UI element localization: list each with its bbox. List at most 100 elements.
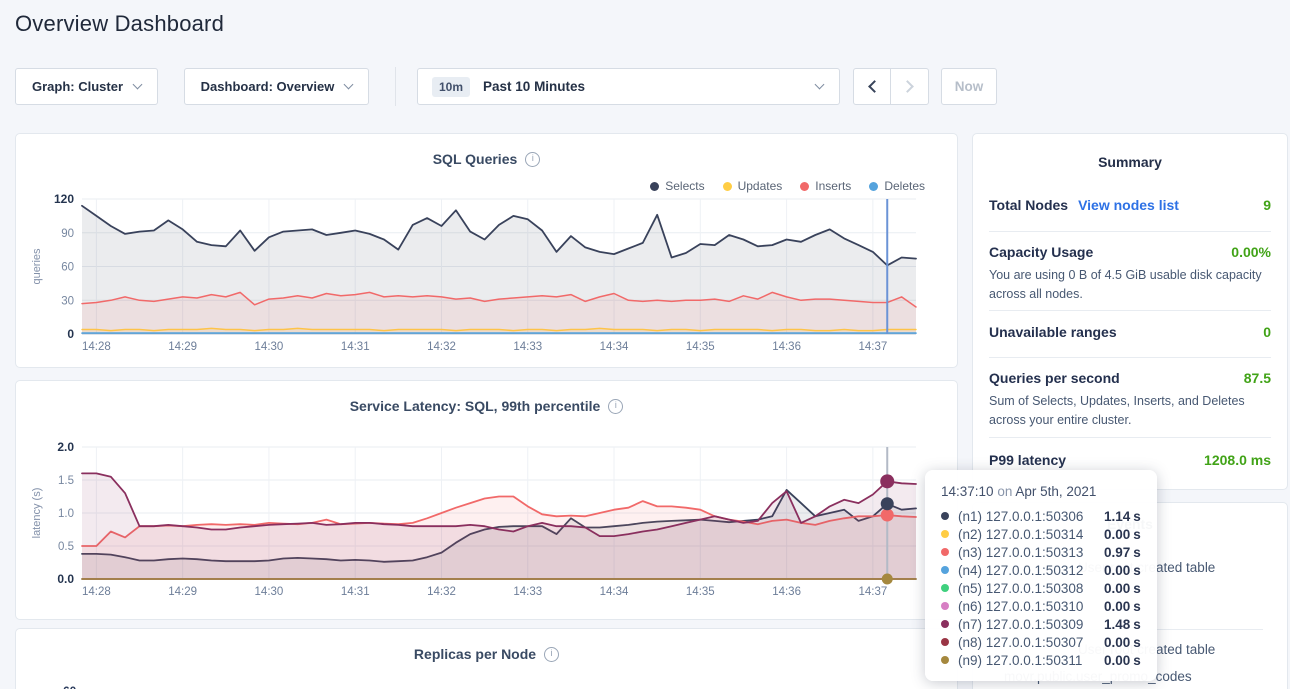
- controls-divider: [395, 67, 396, 106]
- graph-dropdown-label: Graph: Cluster: [32, 79, 123, 94]
- series-dot-icon: [941, 548, 949, 556]
- summary-value: 87.5: [1244, 370, 1271, 386]
- summary-value: 9: [1263, 197, 1271, 213]
- svg-text:1.5: 1.5: [58, 475, 74, 487]
- tooltip-timestamp: 14:37:10 on Apr 5th, 2021: [941, 484, 1141, 499]
- time-prev-button[interactable]: [853, 68, 891, 105]
- svg-text:14:28: 14:28: [82, 341, 111, 353]
- svg-text:14:29: 14:29: [168, 341, 197, 353]
- tooltip-node-unit: s: [1133, 617, 1141, 632]
- tooltip-node-value: 1.14: [1104, 509, 1130, 524]
- summary-label: Queries per second: [989, 370, 1120, 386]
- tooltip-row-n8: (n8) 127.0.0.1:503070.00s: [925, 633, 1157, 651]
- summary-panel: Summary Total Nodes View nodes list 9 Ca…: [972, 133, 1288, 490]
- tooltip-row-n4: (n4) 127.0.0.1:503120.00s: [925, 561, 1157, 579]
- series-dot-icon: [941, 638, 949, 646]
- summary-divider: [989, 437, 1271, 438]
- now-button[interactable]: Now: [941, 68, 997, 105]
- svg-text:14:30: 14:30: [255, 341, 284, 353]
- summary-row-queries-per-second: Queries per second 87.5: [989, 370, 1271, 386]
- svg-text:14:35: 14:35: [686, 341, 715, 353]
- summary-divider: [989, 231, 1271, 232]
- tooltip-row-n5: (n5) 127.0.0.1:503080.00s: [925, 579, 1157, 597]
- svg-text:14:28: 14:28: [82, 586, 111, 598]
- chevron-down-icon: [344, 80, 354, 90]
- summary-label: Total Nodes: [989, 197, 1068, 213]
- svg-text:0.0: 0.0: [57, 572, 74, 586]
- tooltip-node-list: (n1) 127.0.0.1:503061.14s(n2) 127.0.0.1:…: [925, 507, 1157, 669]
- series-dot-icon: [941, 512, 949, 520]
- summary-divider: [989, 310, 1271, 311]
- svg-text:14:33: 14:33: [513, 586, 542, 598]
- summary-label: P99 latency: [989, 452, 1066, 468]
- svg-text:14:36: 14:36: [772, 586, 801, 598]
- tooltip-node-address: (n8) 127.0.0.1:50307: [958, 635, 1104, 650]
- chevron-down-icon: [815, 80, 825, 90]
- tooltip-row-n7: (n7) 127.0.0.1:503091.48s: [925, 615, 1157, 633]
- svg-text:14:34: 14:34: [600, 341, 629, 353]
- tooltip-node-address: (n6) 127.0.0.1:50310: [958, 599, 1104, 614]
- tooltip-node-address: (n7) 127.0.0.1:50309: [958, 617, 1104, 632]
- tooltip-node-unit: s: [1133, 635, 1141, 650]
- tooltip-node-unit: s: [1133, 545, 1141, 560]
- tooltip-node-address: (n4) 127.0.0.1:50312: [958, 563, 1104, 578]
- svg-text:30: 30: [61, 295, 74, 307]
- tooltip-node-address: (n9) 127.0.0.1:50311: [958, 653, 1104, 668]
- tooltip-node-address: (n2) 127.0.0.1:50314: [958, 527, 1104, 542]
- dashboard-dropdown-label: Dashboard: Overview: [201, 79, 335, 94]
- time-range-label: Past 10 Minutes: [483, 79, 585, 94]
- svg-text:14:30: 14:30: [255, 586, 284, 598]
- svg-text:14:32: 14:32: [427, 586, 456, 598]
- svg-text:0: 0: [67, 327, 74, 341]
- dashboard-dropdown[interactable]: Dashboard: Overview: [184, 68, 369, 105]
- replicas-chart-header: Replicas per Node i: [16, 646, 957, 662]
- tooltip-row-n3: (n3) 127.0.0.1:503130.97s: [925, 543, 1157, 561]
- svg-text:14:34: 14:34: [600, 586, 629, 598]
- chevron-left-icon: [868, 80, 881, 93]
- view-nodes-list-link[interactable]: View nodes list: [1078, 197, 1179, 213]
- tooltip-node-unit: s: [1133, 581, 1141, 596]
- summary-row-capacity-usage: Capacity Usage 0.00%: [989, 244, 1271, 260]
- tooltip-node-unit: s: [1133, 599, 1141, 614]
- chart-title: Replicas per Node: [414, 646, 536, 662]
- time-range-selector[interactable]: 10m Past 10 Minutes: [417, 68, 840, 105]
- summary-label: Unavailable ranges: [989, 324, 1117, 340]
- tooltip-node-value: 0.00: [1104, 635, 1130, 650]
- service-latency-plot-area[interactable]: 0.00.51.01.52.014:2814:2914:3014:3114:32…: [16, 381, 957, 619]
- page-title: Overview Dashboard: [15, 11, 224, 37]
- svg-text:queries: queries: [31, 248, 43, 285]
- tooltip-node-value: 1.48: [1104, 617, 1130, 632]
- tooltip-node-address: (n1) 127.0.0.1:50306: [958, 509, 1104, 524]
- svg-text:14:35: 14:35: [686, 586, 715, 598]
- summary-description: You are using 0 B of 4.5 GiB usable disk…: [989, 266, 1277, 304]
- tooltip-node-value: 0.00: [1104, 653, 1130, 668]
- series-dot-icon: [941, 656, 949, 664]
- tooltip-node-unit: s: [1133, 653, 1141, 668]
- svg-text:latency (s): latency (s): [31, 488, 43, 539]
- sql-queries-plot-area[interactable]: 030609012014:2814:2914:3014:3114:3214:33…: [16, 134, 957, 367]
- replicas-axis-max-label: 60: [63, 684, 76, 689]
- time-next-button[interactable]: [890, 68, 929, 105]
- svg-text:14:37: 14:37: [858, 586, 887, 598]
- svg-text:14:32: 14:32: [427, 341, 456, 353]
- summary-value: 1208.0 ms: [1204, 452, 1271, 468]
- series-dot-icon: [941, 620, 949, 628]
- series-dot-icon: [941, 584, 949, 592]
- service-latency-chart-card: Service Latency: SQL, 99th percentile i …: [15, 380, 958, 620]
- svg-text:120: 120: [54, 192, 74, 206]
- tooltip-node-unit: s: [1133, 563, 1141, 578]
- svg-text:90: 90: [61, 228, 74, 240]
- graph-dropdown[interactable]: Graph: Cluster: [15, 68, 158, 105]
- tooltip-row-n1: (n1) 127.0.0.1:503061.14s: [925, 507, 1157, 525]
- series-dot-icon: [941, 602, 949, 610]
- tooltip-node-address: (n5) 127.0.0.1:50308: [958, 581, 1104, 596]
- summary-label: Capacity Usage: [989, 244, 1093, 260]
- svg-text:0.5: 0.5: [58, 541, 74, 553]
- summary-divider: [989, 357, 1271, 358]
- chevron-down-icon: [133, 80, 143, 90]
- tooltip-node-value: 0.00: [1104, 599, 1130, 614]
- tooltip-row-n2: (n2) 127.0.0.1:503140.00s: [925, 525, 1157, 543]
- info-icon[interactable]: i: [544, 647, 559, 662]
- summary-value: 0.00%: [1231, 244, 1271, 260]
- tooltip-node-unit: s: [1133, 527, 1141, 542]
